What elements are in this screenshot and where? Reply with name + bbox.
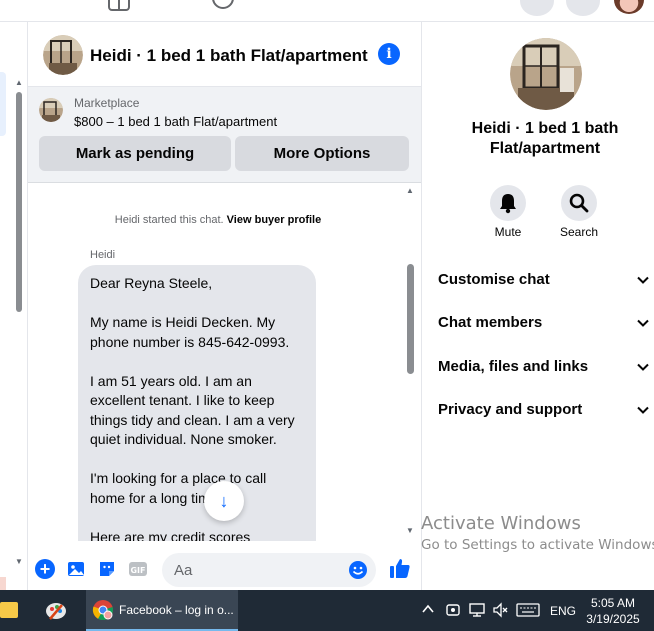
message-paragraph: I am 51 years old. I am an excellent ten… [90,372,295,448]
paint-app-icon[interactable] [44,599,68,623]
listing-large-thumbnail[interactable] [510,38,582,110]
emoji-icon[interactable] [348,560,368,580]
chat-list-scrollbar[interactable] [14,88,24,314]
view-buyer-profile-link[interactable]: View buyer profile [227,214,322,226]
menu-media-files-links[interactable]: Media, files and links [438,347,653,387]
message-paragraph: I'm looking for a place to call home for… [90,470,267,506]
taskbar-chrome-window[interactable]: Facebook – log in o... [86,590,238,631]
message-composer: + GIF [28,541,421,590]
message-input[interactable] [174,553,344,587]
sticker-icon[interactable] [97,559,117,579]
message-paragraph: Dear Reyna Steele, [90,275,213,291]
clock-time: 5:05 AM [590,596,636,610]
chat-started-text: Heidi started this chat. [114,214,224,226]
chevron-down-icon [637,406,649,414]
jump-to-latest-arrow-icon[interactable]: ↓ [204,481,244,521]
message-paragraph: My name is Heidi Decken. My phone number… [90,314,290,350]
chat-started-notice: Heidi started this chat. View buyer prof… [28,214,408,226]
chat-list-scroll-thumb[interactable] [16,92,22,312]
activate-windows-watermark: Activate Windows Go to Settings to activ… [421,513,654,553]
file-explorer-icon[interactable] [0,602,18,618]
meet-now-icon[interactable] [445,602,461,618]
scroll-down-arrow-icon[interactable]: ▼ [15,557,23,566]
search-label: Search [559,225,599,239]
account-avatar[interactable] [612,0,646,16]
bell-icon [500,194,516,214]
grid-icon[interactable] [104,0,134,14]
thumbs-up-icon[interactable] [389,557,411,579]
profile-icon[interactable] [208,0,238,14]
thread-scroll-down-arrow-icon[interactable]: ▼ [406,526,414,535]
svg-text:GIF: GIF [130,566,145,575]
thread-scroll-thumb[interactable] [407,264,414,374]
clock-date: 3/19/2025 [586,612,640,626]
chat-list-item-fragment [0,577,6,591]
mute-button[interactable] [490,185,526,221]
watermark-subtitle: Go to Settings to activate Windows. [421,537,654,553]
watermark-title: Activate Windows [421,513,581,534]
menu-item-label: Chat members [438,314,543,331]
chat-list-strip: ▲ ▼ [0,22,28,591]
input-language-indicator[interactable]: ENG [550,604,576,618]
search-action[interactable]: Search [549,185,609,239]
menu-icon[interactable] [520,0,554,16]
chrome-window-title: Facebook – log in o... [119,603,234,617]
messenger-icon[interactable] [566,0,600,16]
mute-label: Mute [494,225,522,239]
menu-privacy-support[interactable]: Privacy and support [438,390,653,430]
message-bubble[interactable]: Dear Reyna Steele, My name is Heidi Deck… [78,265,316,541]
menu-item-label: Privacy and support [438,401,583,418]
plus-icon[interactable]: + [35,559,55,579]
message-sender-name: Heidi [90,249,116,261]
scroll-up-arrow-icon[interactable]: ▲ [15,78,23,87]
menu-item-label: Media, files and links [438,358,589,375]
listing-thumbnail[interactable] [43,35,83,75]
info-icon[interactable]: i [378,43,400,65]
volume-muted-icon[interactable] [492,602,508,618]
show-hidden-icons-chevron-up-icon[interactable] [421,602,435,616]
chevron-down-icon [637,363,649,371]
chevron-down-icon [637,319,649,327]
listing-small-thumbnail[interactable] [39,98,63,122]
chat-details-panel: Heidi · 1 bed 1 bath Flat/apartment Mute… [421,22,654,590]
windows-taskbar: Facebook – log in o... ENG 5:05 AM 3/19/… [0,590,654,631]
marketplace-listing-card: Marketplace $800 – 1 bed 1 bath Flat/apa… [28,87,421,183]
menu-chat-members[interactable]: Chat members [438,303,653,343]
top-navigation-bar [0,0,654,22]
chat-title[interactable]: Heidi · 1 bed 1 bath Flat/apartment [90,46,368,66]
menu-item-label: Customise chat [438,271,550,288]
menu-customise-chat[interactable]: Customise chat [438,260,653,300]
listing-price-title[interactable]: $800 – 1 bed 1 bath Flat/apartment [74,114,277,129]
search-icon [569,193,589,213]
photo-icon[interactable] [66,559,86,579]
more-options-button[interactable]: More Options [235,136,409,171]
thread-scroll-up-arrow-icon[interactable]: ▲ [406,186,414,195]
listing-kicker: Marketplace [74,96,140,110]
mute-action[interactable]: Mute [478,185,538,239]
system-clock[interactable]: 5:05 AM 3/19/2025 [584,595,642,627]
selected-chat-indicator [0,72,6,136]
network-icon[interactable] [469,602,485,618]
mark-as-pending-button[interactable]: Mark as pending [39,136,231,171]
touch-keyboard-icon[interactable] [516,603,540,617]
chevron-down-icon [637,276,649,284]
gif-icon[interactable]: GIF [128,559,148,579]
message-paragraph: Here are my credit scores [90,528,251,542]
chrome-icon [92,600,113,621]
search-button[interactable] [561,185,597,221]
message-input-container[interactable] [162,553,376,587]
chat-header: Heidi · 1 bed 1 bath Flat/apartment i [28,22,421,87]
panel-chat-name: Heidi · 1 bed 1 bath Flat/apartment [471,120,619,157]
